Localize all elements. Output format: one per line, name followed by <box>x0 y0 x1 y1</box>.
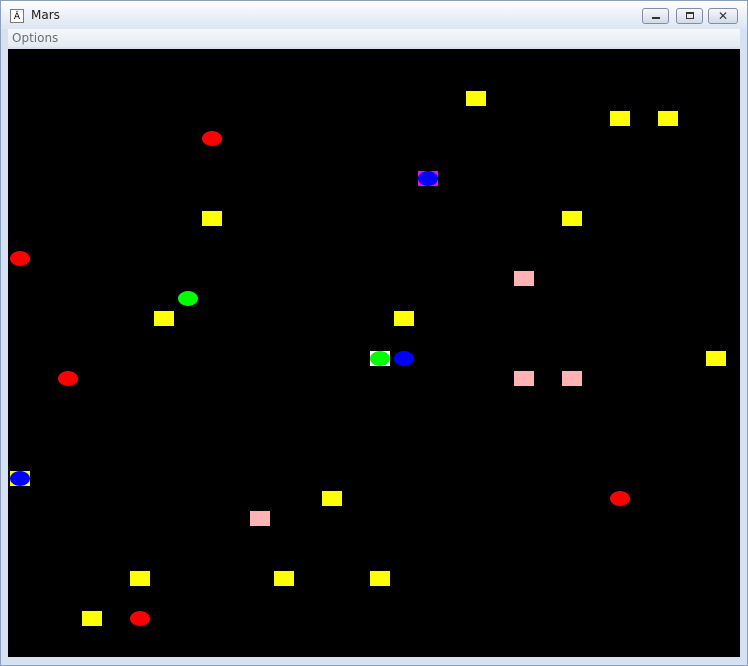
blue-ball <box>394 351 414 366</box>
application-window: Ǎ Mars ✕ Options <box>0 0 748 666</box>
pink-tile <box>250 511 270 526</box>
game-canvas[interactable] <box>8 49 740 657</box>
green-ball <box>178 291 198 306</box>
yellow-tile <box>706 351 726 366</box>
minimize-button[interactable] <box>642 8 669 24</box>
green-ball <box>370 351 390 366</box>
yellow-tile <box>202 211 222 226</box>
red-ball <box>10 251 30 266</box>
pink-tile <box>514 371 534 386</box>
maximize-button[interactable] <box>676 8 703 24</box>
yellow-tile <box>370 571 390 586</box>
app-icon[interactable]: Ǎ <box>10 9 24 23</box>
close-button[interactable]: ✕ <box>708 8 738 24</box>
yellow-tile <box>322 491 342 506</box>
pink-tile <box>562 371 582 386</box>
close-icon: ✕ <box>717 9 729 23</box>
yellow-tile <box>562 211 582 226</box>
yellow-tile <box>154 311 174 326</box>
menu-options[interactable]: Options <box>12 31 58 45</box>
red-ball <box>202 131 222 146</box>
yellow-tile <box>394 311 414 326</box>
yellow-tile <box>658 111 678 126</box>
red-ball <box>58 371 78 386</box>
window-title: Mars <box>31 8 60 22</box>
red-ball <box>130 611 150 626</box>
red-ball <box>610 491 630 506</box>
title-bar[interactable]: Ǎ Mars ✕ <box>1 1 747 29</box>
maximize-icon <box>686 12 694 19</box>
yellow-tile <box>130 571 150 586</box>
minimize-icon <box>652 17 660 19</box>
yellow-tile <box>610 111 630 126</box>
yellow-tile <box>274 571 294 586</box>
yellow-tile <box>466 91 486 106</box>
pink-tile <box>514 271 534 286</box>
menu-bar: Options <box>8 29 740 47</box>
blue-ball <box>10 471 30 486</box>
blue-ball <box>418 171 438 186</box>
yellow-tile <box>82 611 102 626</box>
